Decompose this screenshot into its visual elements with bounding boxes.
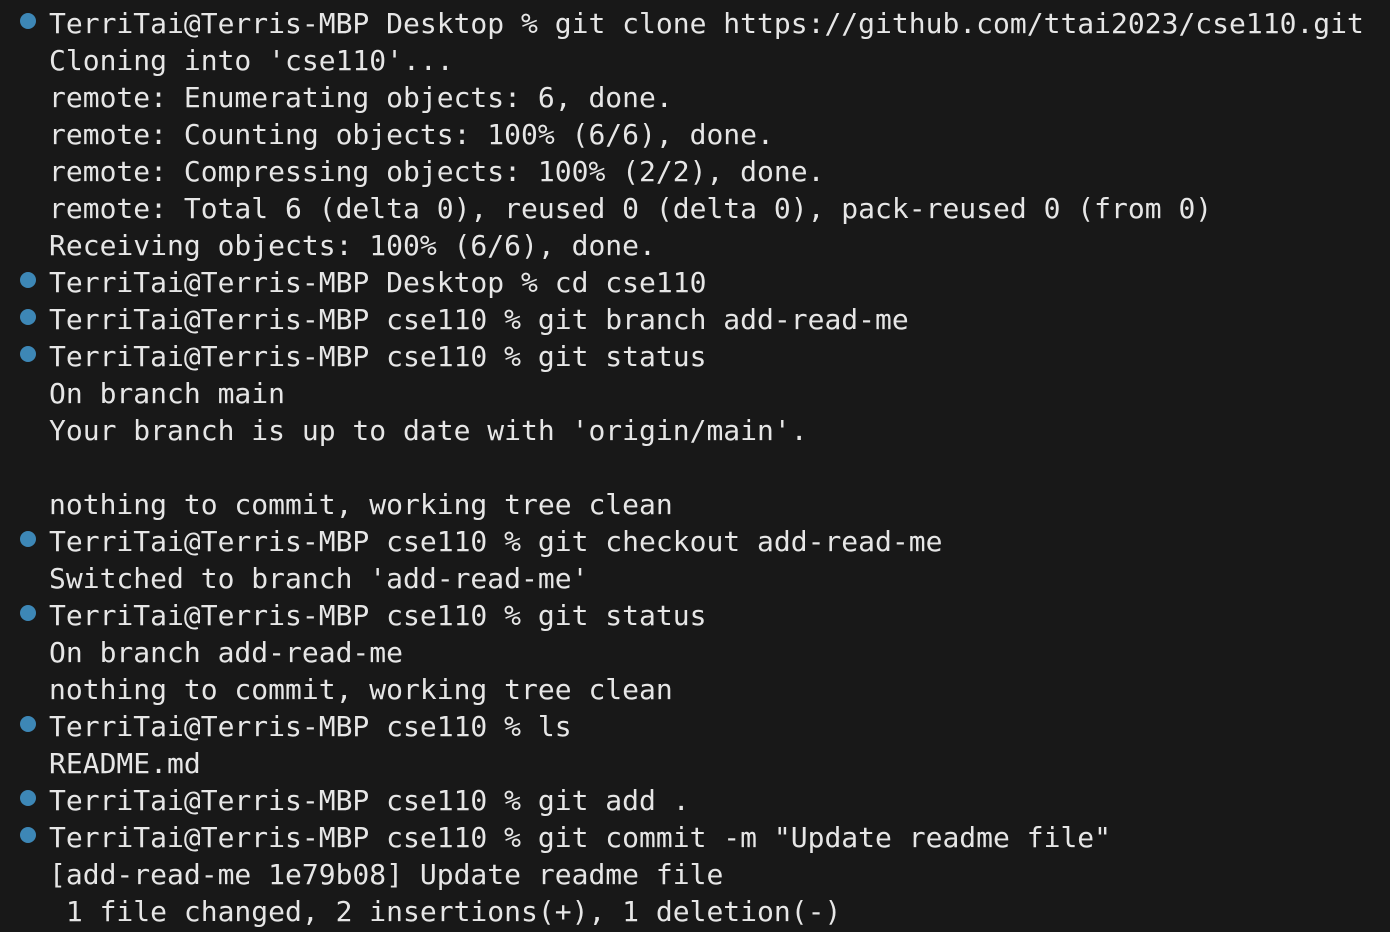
output-text: 1 file changed, 2 insertions(+), 1 delet… (49, 895, 842, 928)
command-decoration-icon[interactable] (20, 531, 36, 547)
output-text: remote: Enumerating objects: 6, done. (49, 81, 673, 114)
output-line: Switched to branch 'add-read-me' (0, 560, 1390, 597)
output-text: On branch main (49, 377, 286, 410)
output-line: [add-read-me 1e79b08] Update readme file (0, 856, 1390, 893)
output-text: [add-read-me 1e79b08] Update readme file (49, 858, 724, 891)
command-line: TerriTai@Terris-MBP Desktop % git clone … (0, 5, 1390, 42)
output-line: nothing to commit, working tree clean (0, 486, 1390, 523)
command-line: TerriTai@Terris-MBP cse110 % git status (0, 597, 1390, 634)
output-line: On branch main (0, 375, 1390, 412)
command-text: TerriTai@Terris-MBP cse110 % git branch … (49, 303, 909, 336)
output-line: 1 file changed, 2 insertions(+), 1 delet… (0, 893, 1390, 930)
output-text: Switched to branch 'add-read-me' (49, 562, 589, 595)
command-decoration-icon[interactable] (20, 605, 36, 621)
output-line: nothing to commit, working tree clean (0, 671, 1390, 708)
output-line: Receiving objects: 100% (6/6), done. (0, 227, 1390, 264)
output-line: remote: Counting objects: 100% (6/6), do… (0, 116, 1390, 153)
command-text: TerriTai@Terris-MBP Desktop % git clone … (49, 7, 1364, 40)
command-text: TerriTai@Terris-MBP cse110 % git status (49, 340, 707, 373)
command-text: TerriTai@Terris-MBP cse110 % git commit … (49, 821, 1112, 854)
command-text: TerriTai@Terris-MBP cse110 % git add . (49, 784, 690, 817)
output-text: nothing to commit, working tree clean (49, 488, 673, 521)
output-text: nothing to commit, working tree clean (49, 673, 673, 706)
terminal-output[interactable]: TerriTai@Terris-MBP Desktop % git clone … (0, 5, 1390, 930)
command-line: TerriTai@Terris-MBP cse110 % ls (0, 708, 1390, 745)
output-line: Your branch is up to date with 'origin/m… (0, 412, 1390, 449)
command-decoration-icon[interactable] (20, 827, 36, 843)
command-line: TerriTai@Terris-MBP Desktop % cd cse110 (0, 264, 1390, 301)
command-decoration-icon[interactable] (20, 716, 36, 732)
output-line: Cloning into 'cse110'... (0, 42, 1390, 79)
command-line: TerriTai@Terris-MBP cse110 % git commit … (0, 819, 1390, 856)
command-decoration-icon[interactable] (20, 272, 36, 288)
command-line: TerriTai@Terris-MBP cse110 % git status (0, 338, 1390, 375)
output-line: README.md (0, 745, 1390, 782)
output-line: remote: Total 6 (delta 0), reused 0 (del… (0, 190, 1390, 227)
command-text: TerriTai@Terris-MBP Desktop % cd cse110 (49, 266, 707, 299)
output-text: Cloning into 'cse110'... (49, 44, 454, 77)
output-line: On branch add-read-me (0, 634, 1390, 671)
output-line: remote: Compressing objects: 100% (2/2),… (0, 153, 1390, 190)
command-line: TerriTai@Terris-MBP cse110 % git add . (0, 782, 1390, 819)
output-text: On branch add-read-me (49, 636, 404, 669)
command-text: TerriTai@Terris-MBP cse110 % ls (49, 710, 572, 743)
output-line: remote: Enumerating objects: 6, done. (0, 79, 1390, 116)
output-text: remote: Compressing objects: 100% (2/2),… (49, 155, 825, 188)
output-text: remote: Counting objects: 100% (6/6), do… (49, 118, 774, 151)
command-decoration-icon[interactable] (20, 13, 36, 29)
output-text: remote: Total 6 (delta 0), reused 0 (del… (49, 192, 1213, 225)
command-line: TerriTai@Terris-MBP cse110 % git branch … (0, 301, 1390, 338)
command-line: TerriTai@Terris-MBP cse110 % git checkou… (0, 523, 1390, 560)
output-text: Receiving objects: 100% (6/6), done. (49, 229, 656, 262)
command-decoration-icon[interactable] (20, 790, 36, 806)
command-decoration-icon[interactable] (20, 346, 36, 362)
command-text: TerriTai@Terris-MBP cse110 % git status (49, 599, 707, 632)
output-text: Your branch is up to date with 'origin/m… (49, 414, 808, 447)
output-text: README.md (49, 747, 201, 780)
command-decoration-icon[interactable] (20, 309, 36, 325)
command-text: TerriTai@Terris-MBP cse110 % git checkou… (49, 525, 943, 558)
